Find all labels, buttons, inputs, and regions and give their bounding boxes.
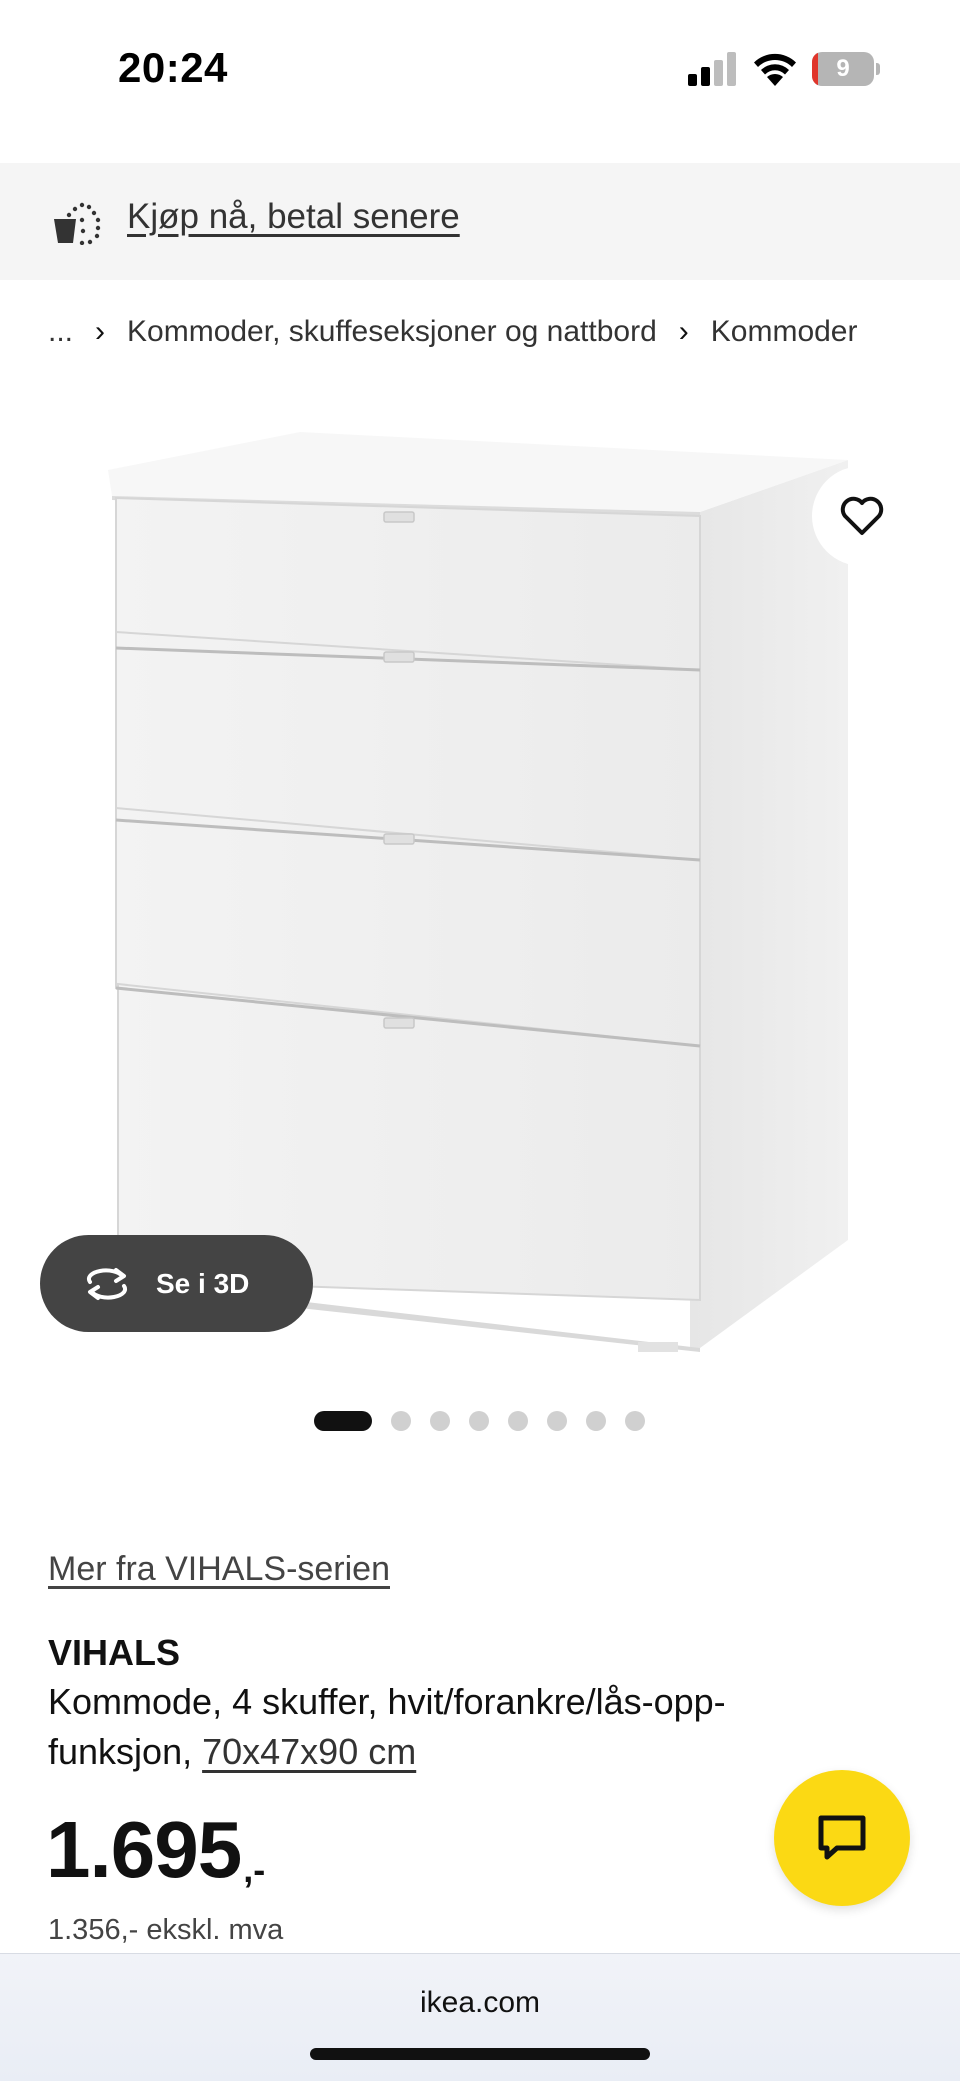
pay-later-icon [54,202,101,245]
carousel-dot[interactable] [625,1411,645,1431]
carousel-dot[interactable] [391,1411,411,1431]
pay-later-link[interactable]: Kjøp nå, betal senere [127,197,460,237]
status-bar: 20:24 9 [0,0,960,140]
favorite-button[interactable] [812,466,912,566]
rotate-3d-icon [86,1267,128,1300]
chat-icon [818,1815,866,1860]
battery-icon: 9 [812,52,880,86]
home-indicator[interactable] [310,2048,650,2060]
carousel-dot[interactable] [430,1411,450,1431]
product-description: Kommode, 4 skuffer, hvit/forankre/lås-op… [48,1677,868,1777]
product-name: VIHALS [48,1632,181,1673]
breadcrumb-item-subcategory[interactable]: Kommoder [711,315,858,349]
carousel-dot-active[interactable] [314,1411,372,1431]
url-text[interactable]: ikea.com [0,1986,960,2020]
breadcrumb: ... › Kommoder, skuffeseksjoner og nattb… [48,310,857,354]
carousel-dot[interactable] [547,1411,567,1431]
battery-level: 9 [836,55,850,82]
price: 1.695 ,- [46,1810,265,1890]
carousel-dot[interactable] [586,1411,606,1431]
price-value: 1.695 [46,1805,242,1894]
chevron-right-icon: › [678,315,689,348]
price-excl-vat: 1.356,- ekskl. mva [48,1914,284,1946]
image-carousel-dots [314,1410,664,1432]
heart-icon [840,496,884,535]
chevron-right-icon: › [95,315,106,348]
view-3d-label: Se i 3D [156,1267,250,1299]
carousel-dot[interactable] [508,1411,528,1431]
dimensions-link[interactable]: 70x47x90 cm [202,1731,416,1772]
price-suffix: ,- [243,1849,266,1890]
breadcrumb-item-category[interactable]: Kommoder, skuffeseksjoner og nattbord [127,315,657,349]
product-image[interactable] [0,400,960,1380]
browser-address-bar[interactable]: ikea.com [0,1953,960,2081]
pay-later-banner[interactable]: Kjøp nå, betal senere [0,163,960,280]
wifi-icon [754,53,796,86]
breadcrumb-ellipsis[interactable]: ... [48,315,73,349]
signal-icon [688,52,736,86]
chat-button[interactable] [774,1770,910,1906]
carousel-dot[interactable] [469,1411,489,1431]
status-time: 20:24 [118,44,228,91]
view-3d-button[interactable]: Se i 3D [40,1235,313,1332]
series-link[interactable]: Mer fra VIHALS-serien [48,1550,390,1589]
